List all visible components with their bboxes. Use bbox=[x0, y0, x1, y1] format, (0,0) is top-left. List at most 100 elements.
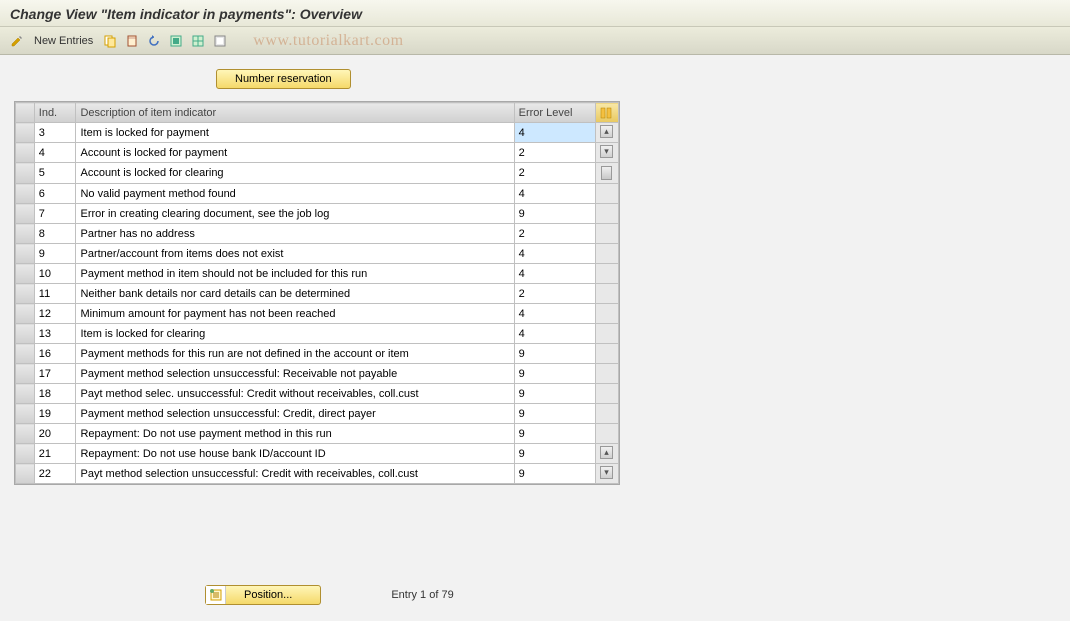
row-selector[interactable] bbox=[16, 184, 35, 204]
column-header-ind[interactable]: Ind. bbox=[34, 103, 76, 123]
cell-description[interactable]: Payment methods for this run are not def… bbox=[76, 344, 514, 364]
cell-ind[interactable]: 4 bbox=[34, 143, 76, 163]
row-selector[interactable] bbox=[16, 264, 35, 284]
edit-icon[interactable] bbox=[8, 32, 26, 50]
scroll-thumb[interactable] bbox=[601, 166, 612, 180]
cell-error-level[interactable]: 9 bbox=[514, 204, 595, 224]
row-selector[interactable] bbox=[16, 304, 35, 324]
cell-ind[interactable]: 5 bbox=[34, 163, 76, 184]
scrollbar-track[interactable] bbox=[596, 384, 619, 404]
cell-description[interactable]: Account is locked for payment bbox=[76, 143, 514, 163]
cell-error-level[interactable]: 4 bbox=[514, 304, 595, 324]
row-selector[interactable] bbox=[16, 404, 35, 424]
scrollbar-track[interactable]: ▴ bbox=[596, 123, 619, 143]
cell-description[interactable]: Payment method selection unsuccessful: R… bbox=[76, 364, 514, 384]
cell-description[interactable]: Item is locked for clearing bbox=[76, 324, 514, 344]
cell-description[interactable]: Neither bank details nor card details ca… bbox=[76, 284, 514, 304]
cell-error-level[interactable]: 9 bbox=[514, 404, 595, 424]
column-header-description[interactable]: Description of item indicator bbox=[76, 103, 514, 123]
scrollbar-track[interactable] bbox=[596, 224, 619, 244]
new-entries-button[interactable]: New Entries bbox=[34, 35, 93, 47]
scrollbar-track[interactable]: ▾ bbox=[596, 464, 619, 484]
row-selector[interactable] bbox=[16, 384, 35, 404]
scrollbar-track[interactable] bbox=[596, 404, 619, 424]
cell-ind[interactable]: 11 bbox=[34, 284, 76, 304]
number-reservation-button[interactable]: Number reservation bbox=[216, 69, 351, 89]
row-selector[interactable] bbox=[16, 143, 35, 163]
scrollbar-track[interactable] bbox=[596, 324, 619, 344]
delete-icon[interactable] bbox=[123, 32, 141, 50]
cell-ind[interactable]: 7 bbox=[34, 204, 76, 224]
cell-description[interactable]: Repayment: Do not use house bank ID/acco… bbox=[76, 444, 514, 464]
scrollbar-track[interactable]: ▴ bbox=[596, 444, 619, 464]
select-all-icon[interactable] bbox=[167, 32, 185, 50]
cell-error-level[interactable]: 9 bbox=[514, 364, 595, 384]
cell-ind[interactable]: 20 bbox=[34, 424, 76, 444]
cell-ind[interactable]: 8 bbox=[34, 224, 76, 244]
row-selector[interactable] bbox=[16, 324, 35, 344]
cell-ind[interactable]: 16 bbox=[34, 344, 76, 364]
cell-error-level[interactable]: 4 bbox=[514, 264, 595, 284]
row-selector[interactable] bbox=[16, 464, 35, 484]
scrollbar-track[interactable] bbox=[596, 204, 619, 224]
cell-description[interactable]: Payt method selection unsuccessful: Cred… bbox=[76, 464, 514, 484]
scrollbar-track[interactable]: ▾ bbox=[596, 143, 619, 163]
cell-description[interactable]: No valid payment method found bbox=[76, 184, 514, 204]
cell-description[interactable]: Item is locked for payment bbox=[76, 123, 514, 143]
cell-error-level[interactable]: 2 bbox=[514, 224, 595, 244]
cell-ind[interactable]: 6 bbox=[34, 184, 76, 204]
column-header-error-level[interactable]: Error Level bbox=[514, 103, 595, 123]
scrollbar-track[interactable] bbox=[596, 424, 619, 444]
table-config-icon[interactable] bbox=[596, 103, 619, 123]
scrollbar-track[interactable] bbox=[596, 284, 619, 304]
cell-ind[interactable]: 13 bbox=[34, 324, 76, 344]
row-selector[interactable] bbox=[16, 204, 35, 224]
cell-description[interactable]: Payt method selec. unsuccessful: Credit … bbox=[76, 384, 514, 404]
cell-description[interactable]: Repayment: Do not use payment method in … bbox=[76, 424, 514, 444]
row-selector[interactable] bbox=[16, 163, 35, 184]
cell-error-level[interactable]: 9 bbox=[514, 344, 595, 364]
cell-ind[interactable]: 3 bbox=[34, 123, 76, 143]
scroll-up-icon[interactable]: ▴ bbox=[600, 125, 613, 138]
undo-icon[interactable] bbox=[145, 32, 163, 50]
scrollbar-track[interactable] bbox=[596, 344, 619, 364]
cell-ind[interactable]: 21 bbox=[34, 444, 76, 464]
cell-error-level[interactable]: 9 bbox=[514, 424, 595, 444]
cell-description[interactable]: Account is locked for clearing bbox=[76, 163, 514, 184]
scrollbar-track[interactable] bbox=[596, 244, 619, 264]
cell-description[interactable]: Payment method in item should not be inc… bbox=[76, 264, 514, 284]
cell-error-level[interactable]: 4 bbox=[514, 324, 595, 344]
cell-ind[interactable]: 18 bbox=[34, 384, 76, 404]
cell-error-level[interactable]: 4 bbox=[514, 184, 595, 204]
cell-description[interactable]: Payment method selection unsuccessful: C… bbox=[76, 404, 514, 424]
row-selector[interactable] bbox=[16, 364, 35, 384]
row-selector-header[interactable] bbox=[16, 103, 35, 123]
cell-description[interactable]: Partner has no address bbox=[76, 224, 514, 244]
cell-error-level[interactable]: 9 bbox=[514, 444, 595, 464]
row-selector[interactable] bbox=[16, 244, 35, 264]
cell-description[interactable]: Error in creating clearing document, see… bbox=[76, 204, 514, 224]
scroll-up-icon[interactable]: ▴ bbox=[600, 446, 613, 459]
cell-ind[interactable]: 10 bbox=[34, 264, 76, 284]
row-selector[interactable] bbox=[16, 123, 35, 143]
row-selector[interactable] bbox=[16, 424, 35, 444]
deselect-all-icon[interactable] bbox=[211, 32, 229, 50]
cell-ind[interactable]: 12 bbox=[34, 304, 76, 324]
scrollbar-track[interactable] bbox=[596, 163, 619, 184]
cell-error-level[interactable]: 4 bbox=[514, 123, 595, 143]
cell-error-level[interactable]: 2 bbox=[514, 143, 595, 163]
select-block-icon[interactable] bbox=[189, 32, 207, 50]
row-selector[interactable] bbox=[16, 344, 35, 364]
scrollbar-track[interactable] bbox=[596, 304, 619, 324]
cell-ind[interactable]: 9 bbox=[34, 244, 76, 264]
scrollbar-track[interactable] bbox=[596, 364, 619, 384]
cell-error-level[interactable]: 4 bbox=[514, 244, 595, 264]
cell-ind[interactable]: 22 bbox=[34, 464, 76, 484]
cell-description[interactable]: Partner/account from items does not exis… bbox=[76, 244, 514, 264]
row-selector[interactable] bbox=[16, 284, 35, 304]
row-selector[interactable] bbox=[16, 224, 35, 244]
scroll-down-icon[interactable]: ▾ bbox=[600, 466, 613, 479]
cell-ind[interactable]: 19 bbox=[34, 404, 76, 424]
cell-ind[interactable]: 17 bbox=[34, 364, 76, 384]
scrollbar-track[interactable] bbox=[596, 184, 619, 204]
